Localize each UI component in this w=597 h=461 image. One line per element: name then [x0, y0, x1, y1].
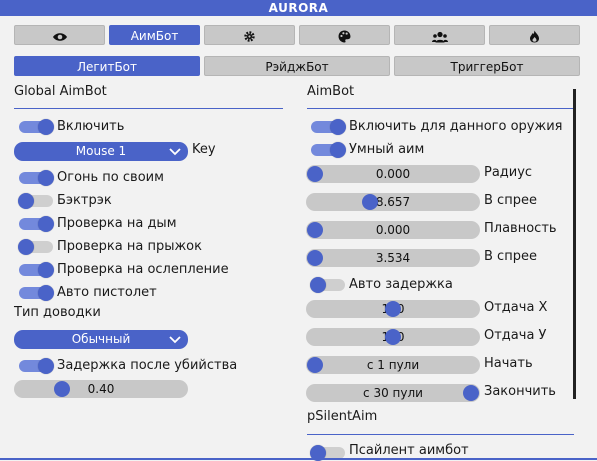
backtrack-toggle[interactable]: [18, 193, 53, 209]
friendly-fire-label: Огонь по своим: [57, 170, 164, 185]
enable-toggle[interactable]: [19, 119, 54, 135]
radius-spray-value: 8.657: [375, 195, 411, 209]
eye-icon: [52, 32, 67, 41]
flame-icon: [530, 30, 539, 43]
smooth-spray-slider[interactable]: 3.534: [306, 249, 480, 267]
enable-label: Включить: [57, 119, 125, 134]
end-value: с 30 пули: [363, 386, 423, 400]
friendly-fire-toggle[interactable]: [19, 170, 54, 186]
aim-type-value: Обычный: [71, 332, 131, 346]
smoke-check-toggle[interactable]: [19, 216, 54, 232]
chevron-down-icon: [169, 148, 181, 156]
radius-spray-slider[interactable]: 8.657: [306, 193, 480, 211]
slider-knob[interactable]: [385, 329, 401, 345]
tab-visuals[interactable]: [14, 25, 105, 45]
users-icon: [431, 31, 448, 42]
kill-delay-slider[interactable]: 0.40: [14, 380, 188, 398]
smooth-label: Плавность: [484, 221, 557, 236]
end-label: Закончить: [484, 384, 556, 399]
subtab-ragebot[interactable]: РэйджБот: [204, 56, 390, 76]
slider-knob[interactable]: [307, 166, 323, 182]
smooth-value: 0.000: [375, 223, 411, 237]
section-divider: [14, 108, 283, 109]
backtrack-label: Бэктрэк: [57, 193, 112, 208]
smooth-slider[interactable]: 0.000: [306, 221, 480, 239]
tab-misc[interactable]: [489, 25, 580, 45]
kill-delay-label: Задержка после убийства: [57, 358, 238, 373]
kill-delay-value: 0.40: [87, 382, 115, 396]
gear-icon: [244, 31, 255, 42]
subtab-triggerbot[interactable]: ТриггерБот: [394, 56, 580, 76]
radius-value: 0.000: [375, 167, 411, 181]
radius-slider[interactable]: 0.000: [306, 165, 480, 183]
tab-settings[interactable]: [204, 25, 295, 45]
psilent-enable-label: Псайлент аимбот: [349, 443, 469, 458]
slider-knob[interactable]: [54, 381, 70, 397]
weapon-enable-toggle[interactable]: [311, 119, 346, 135]
key-label: Key: [192, 142, 216, 157]
section-divider: [307, 108, 574, 109]
smoke-check-label: Проверка на дым: [57, 216, 177, 231]
radius-label: Радиус: [484, 165, 533, 180]
smart-aim-toggle[interactable]: [311, 142, 346, 158]
slider-knob[interactable]: [361, 194, 378, 210]
slider-knob[interactable]: [307, 357, 323, 373]
flash-check-toggle[interactable]: [19, 262, 54, 278]
jump-check-toggle[interactable]: [18, 239, 53, 255]
smooth-spray-label: В спрее: [484, 249, 537, 264]
tab-aimbot[interactable]: АимБот: [109, 25, 200, 45]
scrollbar[interactable]: [573, 89, 576, 399]
aim-type-combo[interactable]: Обычный: [14, 330, 188, 349]
recoil-x-label: Отдача X: [484, 300, 548, 315]
chevron-down-icon: [169, 336, 181, 344]
start-slider[interactable]: с 1 пули: [306, 356, 480, 374]
section-header-aimbot: AimBot: [307, 84, 355, 99]
end-slider[interactable]: с 30 пули: [306, 384, 480, 402]
radius-spray-label: В спрее: [484, 193, 537, 208]
slider-knob[interactable]: [307, 222, 323, 238]
slider-knob[interactable]: [385, 301, 401, 317]
recoil-y-label: Отдача У: [484, 328, 547, 343]
weapon-enable-label: Включить для данного оружия: [349, 119, 563, 134]
section-header-psilent: pSilentAim: [307, 409, 378, 424]
subtab-legitbot[interactable]: ЛегитБот: [14, 56, 200, 76]
flash-check-label: Проверка на ослепление: [57, 262, 229, 277]
window-title: AURORA: [0, 0, 597, 16]
palette-icon: [338, 30, 351, 43]
auto-pistol-toggle[interactable]: [19, 285, 54, 301]
kill-delay-toggle[interactable]: [19, 358, 54, 374]
auto-delay-toggle[interactable]: [310, 277, 345, 293]
key-combo[interactable]: Mouse 1: [14, 142, 188, 161]
section-divider: [307, 434, 574, 435]
key-combo-value: Mouse 1: [75, 144, 127, 158]
auto-pistol-label: Авто пистолет: [57, 285, 157, 300]
recoil-x-slider[interactable]: 100: [306, 300, 480, 318]
smooth-spray-value: 3.534: [375, 251, 411, 265]
auto-delay-label: Авто задержка: [349, 277, 453, 292]
slider-knob[interactable]: [463, 385, 479, 401]
recoil-y-slider[interactable]: 100: [306, 328, 480, 346]
aim-type-label: Тип доводки: [14, 305, 101, 320]
smart-aim-label: Умный аим: [349, 142, 425, 157]
tab-colors[interactable]: [299, 25, 390, 45]
start-label: Начать: [484, 356, 533, 371]
slider-knob[interactable]: [307, 250, 323, 266]
start-value: с 1 пули: [366, 358, 420, 372]
tab-players[interactable]: [394, 25, 485, 45]
section-header-global-aimbot: Global AimBot: [14, 84, 107, 99]
jump-check-label: Проверка на прыжок: [57, 239, 202, 254]
